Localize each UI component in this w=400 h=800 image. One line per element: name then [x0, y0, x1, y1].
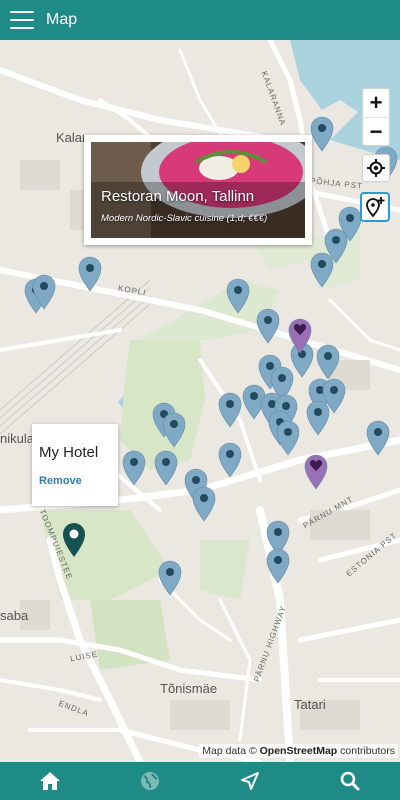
place-label: Kalar: [56, 130, 87, 145]
hotel-pin-icon: [63, 523, 85, 557]
place-marker[interactable]: [216, 440, 244, 478]
search-icon: [340, 771, 360, 791]
place-label: nikula: [0, 431, 34, 446]
place-marker[interactable]: [364, 418, 392, 456]
app-bar: Map: [0, 0, 400, 40]
place-marker[interactable]: [308, 114, 336, 152]
nav-navigate[interactable]: [200, 762, 300, 800]
attribution-prefix: Map data ©: [202, 745, 260, 757]
zoom-in-button[interactable]: +: [363, 89, 389, 117]
place-subtitle: Modern Nordic-Slavic cuisine (1,d; €€€): [101, 213, 268, 224]
hotel-name: My Hotel: [39, 444, 99, 461]
place-marker[interactable]: [156, 558, 184, 596]
locate-button[interactable]: [362, 154, 390, 182]
map-view[interactable]: KALARANNA Kalar PÕHJA PST KOPLI nikula T…: [0, 40, 400, 762]
place-marker[interactable]: [314, 342, 342, 380]
favorite-marker[interactable]: [286, 316, 314, 354]
add-place-button[interactable]: [360, 192, 390, 222]
crosshair-icon: [367, 159, 385, 177]
favorite-marker[interactable]: [302, 452, 330, 490]
place-label: saba: [0, 608, 29, 623]
place-label: Tõnismäe: [160, 681, 218, 696]
page-title: Map: [46, 11, 78, 28]
place-marker[interactable]: [254, 306, 282, 344]
place-label: Tatari: [294, 697, 326, 712]
zoom-out-button[interactable]: −: [363, 117, 389, 145]
menu-icon[interactable]: [10, 11, 34, 29]
nav-home[interactable]: [0, 762, 100, 800]
attribution-link[interactable]: OpenStreetMap: [260, 745, 338, 757]
map-attribution: Map data © OpenStreetMap contributors: [199, 744, 398, 758]
place-title: Restoran Moon, Tallinn: [101, 188, 255, 205]
place-marker[interactable]: [264, 546, 292, 584]
hotel-popup: My Hotel Remove: [32, 424, 118, 506]
home-icon: [40, 772, 60, 790]
place-marker[interactable]: [160, 410, 188, 448]
place-marker[interactable]: [304, 398, 332, 436]
bottom-nav: [0, 762, 400, 800]
attribution-suffix: contributors: [337, 745, 395, 757]
add-pin-icon: [366, 197, 385, 218]
place-marker[interactable]: [152, 448, 180, 486]
place-marker[interactable]: [308, 250, 336, 288]
nav-search[interactable]: [300, 762, 400, 800]
place-marker[interactable]: [190, 484, 218, 522]
place-marker[interactable]: [224, 276, 252, 314]
place-marker[interactable]: [30, 272, 58, 310]
place-popup[interactable]: Restoran Moon, Tallinn Modern Nordic-Sla…: [84, 135, 312, 245]
remove-hotel-button[interactable]: Remove: [39, 475, 118, 487]
globe-icon: [141, 772, 159, 790]
place-marker[interactable]: [274, 418, 302, 456]
hotel-marker[interactable]: [60, 520, 88, 558]
place-marker[interactable]: [76, 254, 104, 292]
place-photo: Restoran Moon, Tallinn Modern Nordic-Sla…: [91, 142, 305, 238]
place-marker[interactable]: [120, 448, 148, 486]
zoom-control: + −: [362, 88, 390, 146]
nav-globe[interactable]: [100, 762, 200, 800]
navigate-icon: [241, 772, 259, 790]
